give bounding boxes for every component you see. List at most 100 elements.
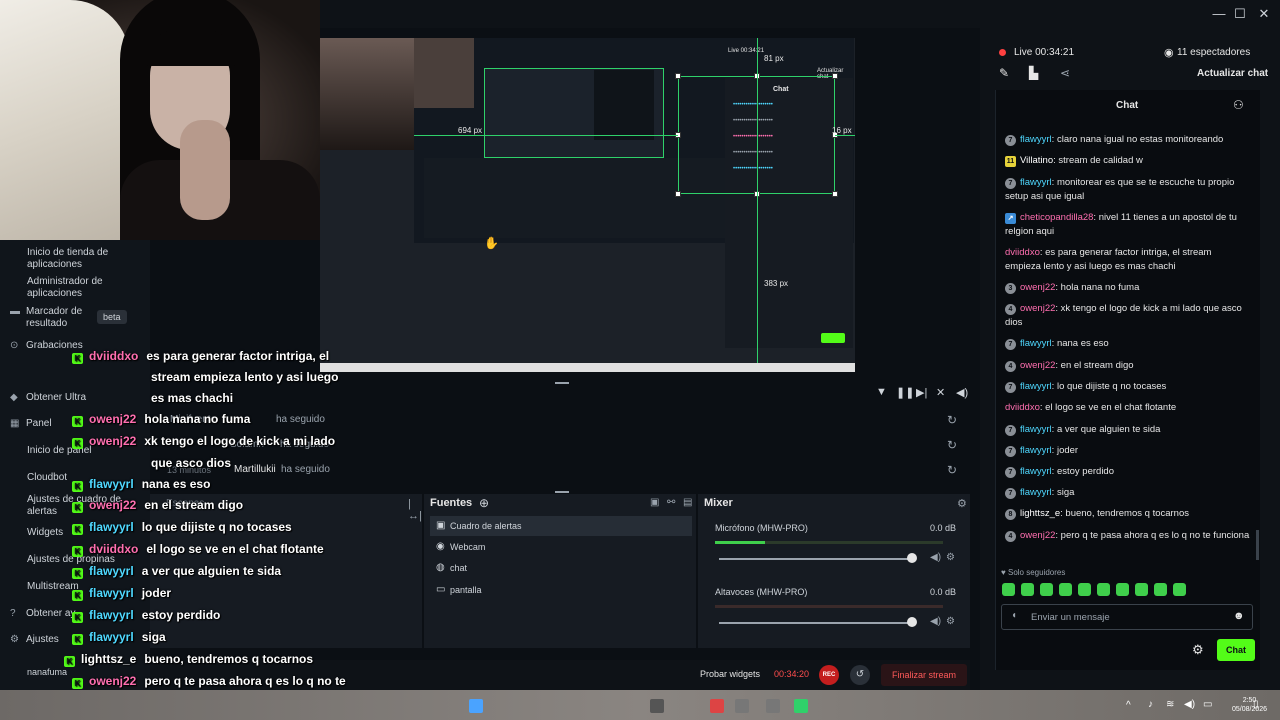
mixer-settings-icon[interactable]: ⚙ <box>957 497 967 510</box>
taskbar-app-icon[interactable] <box>735 699 749 713</box>
sidebar-item-cloudbot[interactable]: Cloudbot <box>27 472 67 484</box>
chat-send-button[interactable]: Chat <box>1217 639 1255 661</box>
chat-settings-icon[interactable]: ⚙ <box>1192 642 1204 658</box>
resize-handle[interactable] <box>832 191 838 197</box>
volume-slider[interactable] <box>719 558 915 560</box>
panel-drag-handle[interactable] <box>555 491 569 493</box>
start-icon[interactable] <box>469 699 483 713</box>
chat-scrollbar[interactable] <box>1256 530 1259 560</box>
emote-icon[interactable] <box>1002 583 1015 596</box>
tray-clock[interactable]: 2:50 05/08/2026 <box>1232 696 1267 714</box>
test-widgets-button[interactable]: Probar widgets <box>700 669 760 679</box>
tray-chevron-icon[interactable]: ^ <box>1126 700 1131 711</box>
channel-settings-icon[interactable]: ⚙ <box>946 552 955 563</box>
wifi-icon[interactable]: ≋ <box>1166 699 1174 710</box>
resize-handle[interactable] <box>832 73 838 79</box>
resize-handle[interactable] <box>675 73 681 79</box>
channel-settings-icon[interactable]: ⚙ <box>946 616 955 627</box>
replay-icon[interactable]: ↻ <box>947 463 957 477</box>
sidebar-item-app-store[interactable]: Inicio de tienda de aplicaciones <box>27 247 137 271</box>
source-delete-icon[interactable]: ▤ <box>683 497 692 508</box>
chat-username[interactable]: flawyyrl <box>1020 134 1052 145</box>
emote-icon[interactable] <box>1097 583 1110 596</box>
minimize-button[interactable]: — <box>1209 6 1229 22</box>
source-item[interactable]: ▣ Cuadro de alertas <box>430 516 692 536</box>
taskbar-app-icon[interactable] <box>710 699 724 713</box>
chat-username[interactable]: flawyyrl <box>1020 338 1052 349</box>
battery-icon[interactable]: ▭ <box>1203 699 1212 710</box>
volume-icon[interactable]: ◀) <box>956 386 968 399</box>
emote-icon[interactable] <box>1078 583 1091 596</box>
replay-icon[interactable]: ↻ <box>947 438 957 452</box>
notifications-icon[interactable]: ▯ <box>1253 699 1259 710</box>
taskbar-app-icon[interactable] <box>650 699 664 713</box>
chat-username[interactable]: flawyyrl <box>1020 466 1052 477</box>
speaker-tray-icon[interactable]: ◀) <box>1184 699 1195 710</box>
update-chat-button[interactable]: Actualizar chat <box>1197 68 1268 79</box>
emote-icon[interactable] <box>1135 583 1148 596</box>
emote-icon[interactable] <box>1021 583 1034 596</box>
replay-buffer-icon[interactable]: ↺ <box>850 665 870 685</box>
chat-username[interactable]: flawyyrl <box>1020 177 1052 188</box>
source-item[interactable]: ◍ chat <box>430 558 692 578</box>
sidebar-item-get-ultra[interactable]: ◆ Obtener Ultra <box>10 392 86 404</box>
sidebar-item-app-manager[interactable]: Administrador de aplicaciones <box>27 276 137 300</box>
emote-icon[interactable] <box>1154 583 1167 596</box>
sidebar-item-settings[interactable]: ⚙ Ajustes <box>10 634 59 646</box>
panel-drag-handle[interactable] <box>555 382 569 384</box>
chat-username[interactable]: flawyyrl <box>1020 381 1052 392</box>
rec-button[interactable]: REC <box>819 665 839 685</box>
volume-slider-knob[interactable] <box>907 553 917 563</box>
skip-icon[interactable]: ▶| <box>916 386 927 399</box>
add-source-icon[interactable]: ⊕ <box>479 496 489 510</box>
chat-username[interactable]: dviiddxo <box>1005 247 1040 258</box>
edit-icon[interactable]: ✎ <box>999 66 1009 80</box>
chat-username[interactable]: lighttsz_e <box>1020 508 1060 519</box>
maximize-button[interactable]: ☐ <box>1230 6 1250 22</box>
chat-username[interactable]: cheticopandilla28 <box>1020 212 1093 223</box>
source-folder-icon[interactable]: ▣ <box>650 497 659 508</box>
chat-username[interactable]: owenj22 <box>1020 530 1055 541</box>
volume-slider-knob[interactable] <box>907 617 917 627</box>
chat-username[interactable]: dviiddxo <box>1005 402 1040 413</box>
emote-icon[interactable] <box>1173 583 1186 596</box>
chat-username[interactable]: flawyyrl <box>1020 424 1052 435</box>
store-icon[interactable]: ▙ <box>1029 66 1038 80</box>
chat-username[interactable]: owenj22 <box>1020 303 1055 314</box>
emoji-icon[interactable]: ☻ <box>1233 610 1245 622</box>
source-filter-icon[interactable]: ⚯ <box>667 497 675 508</box>
chat-username[interactable]: flawyyrl <box>1020 487 1052 498</box>
share-icon[interactable]: ⋖ <box>1060 66 1070 80</box>
speaker-icon[interactable]: ◀) <box>930 552 941 563</box>
chat-users-icon[interactable]: ⚇ <box>1233 98 1244 112</box>
pause-icon[interactable]: ❚❚ <box>896 386 914 399</box>
collapse-icon[interactable]: |↔| <box>408 498 422 522</box>
filter-icon[interactable]: ▼ <box>876 386 887 398</box>
sidebar-item-scoreboard[interactable]: ▬ Marcador de resultado <box>10 306 100 330</box>
sidebar-item-account[interactable]: nanafuma <box>27 666 67 678</box>
emote-icon[interactable] <box>1040 583 1053 596</box>
chat-username[interactable]: flawyyrl <box>1020 445 1052 456</box>
taskbar-app-icon[interactable] <box>766 699 780 713</box>
sidebar-item-multistream[interactable]: Multistream <box>27 581 79 593</box>
close-button[interactable]: ✕ <box>1254 6 1274 22</box>
emote-icon[interactable] <box>1116 583 1129 596</box>
volume-slider[interactable] <box>719 622 915 624</box>
resize-handle[interactable] <box>675 191 681 197</box>
mic-icon[interactable]: ♪ <box>1148 699 1153 710</box>
chat-username[interactable]: owenj22 <box>1020 360 1055 371</box>
stream-preview[interactable]: Chat ••••••••••••••••••• •••••••••••••••… <box>320 38 855 372</box>
end-stream-button[interactable]: Finalizar stream <box>881 664 967 686</box>
mute-alerts-icon[interactable]: ✕ <box>936 386 945 399</box>
sidebar-item-widgets[interactable]: Widgets <box>27 527 63 539</box>
emote-icon[interactable] <box>1059 583 1072 596</box>
speaker-icon[interactable]: ◀) <box>930 616 941 627</box>
chat-username[interactable]: Villatino <box>1020 155 1053 166</box>
chat-username[interactable]: owenj22 <box>1020 282 1055 293</box>
sidebar-item-get-help[interactable]: ? Obtener ay <box>10 608 75 620</box>
replay-icon[interactable]: ↻ <box>947 413 957 427</box>
sidebar-item-panel[interactable]: ▦ Panel <box>10 418 52 430</box>
source-item[interactable]: ◉ Webcam <box>430 537 692 557</box>
taskbar-app-icon[interactable] <box>794 699 808 713</box>
source-item[interactable]: ▭ pantalla <box>430 580 692 600</box>
